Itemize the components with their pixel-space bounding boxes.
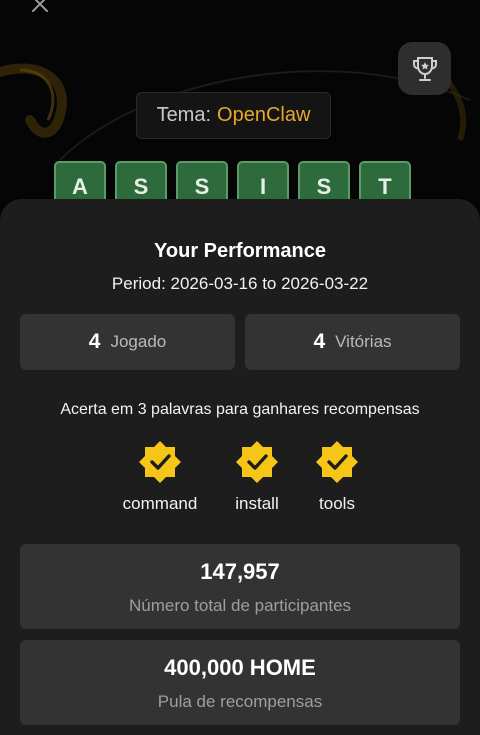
word-badge-tools: tools <box>292 440 382 514</box>
wins-stat: 4 Vitórias <box>245 314 460 370</box>
badge-word: install <box>235 494 279 513</box>
participants-card: 147,957 Número total de participantes <box>20 544 460 629</box>
reward-pool-label: Pula de recompensas <box>157 692 323 711</box>
participants-count: 147,957 <box>200 559 280 584</box>
trophy-button[interactable] <box>398 42 451 95</box>
close-button[interactable] <box>26 0 54 16</box>
reward-pool-card: 400,000 HOME Pula de recompensas <box>20 640 460 725</box>
theme-label: Tema: <box>156 104 212 126</box>
performance-title: Your Performance <box>154 240 326 262</box>
wins-count: 4 <box>313 330 326 353</box>
trophy-icon <box>412 56 437 81</box>
participants-label: Número total de participantes <box>128 596 352 615</box>
verified-badge-icon <box>236 441 278 483</box>
reward-instruction: Acerta em 3 palavras para ganhares recom… <box>60 401 420 418</box>
word-badge-install: install <box>212 440 302 514</box>
played-count: 4 <box>88 330 101 353</box>
theme-label-box: Tema: OpenClaw <box>136 92 331 139</box>
played-label: Jogado <box>110 332 167 351</box>
theme-value: OpenClaw <box>217 104 311 126</box>
verified-badge-icon <box>139 441 181 483</box>
reward-pool-amount: 400,000 HOME <box>164 655 316 680</box>
played-stat: 4 Jogado <box>20 314 235 370</box>
badge-word: tools <box>319 494 355 513</box>
period-range: Period: 2026-03-16 to 2026-03-22 <box>111 274 369 293</box>
close-icon <box>32 0 48 12</box>
word-badge-command: command <box>115 440 205 514</box>
verified-badge-icon <box>316 441 358 483</box>
wins-label: Vitórias <box>335 332 392 351</box>
badge-word: command <box>122 494 198 513</box>
